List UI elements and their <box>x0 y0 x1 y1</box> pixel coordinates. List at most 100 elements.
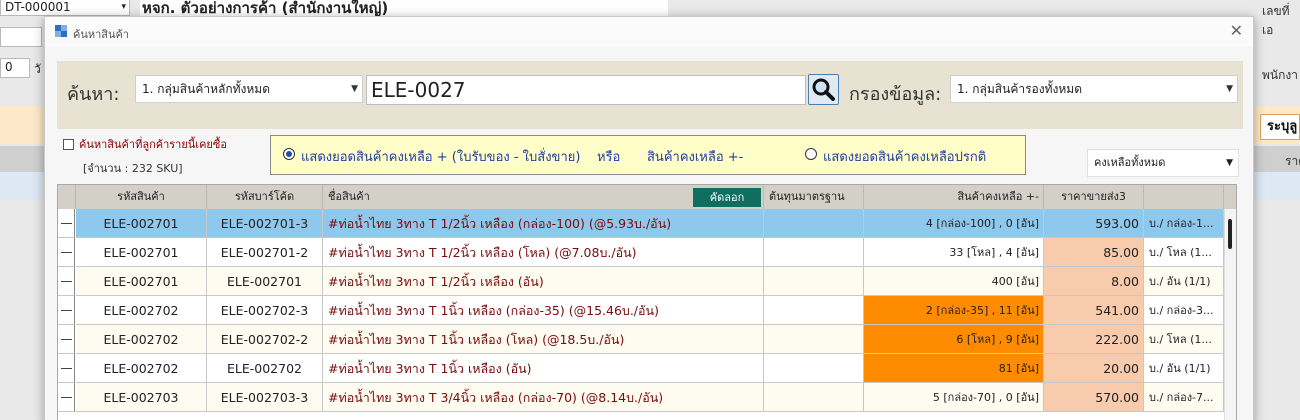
search-label: ค้นหา: <box>67 84 120 105</box>
radio-option-2[interactable] <box>805 148 817 160</box>
sub-group-select[interactable]: 1. กลุ่มสินค้ารองทั้งหมด ▼ <box>950 75 1238 103</box>
copy-button[interactable]: คัดลอก <box>693 188 761 207</box>
main-group-select-value: 1. กลุ่มสินค้าหลักทั้งหมด <box>142 82 270 96</box>
header-unit[interactable] <box>1144 185 1224 209</box>
stock-option-panel: แสดงยอดสินค้าคงเหลือ + (ใบรับของ - ใบสั่… <box>270 135 1026 175</box>
grid-header: รหัสสินค้า รหัสบาร์โค้ด ชื่อสินค้า คัดลอ… <box>58 185 1236 209</box>
cell-cost <box>764 238 864 267</box>
row-indicator[interactable] <box>58 238 75 267</box>
cell-stock: 6 [โหล] , 9 [อัน] <box>864 325 1044 354</box>
cell-code: ELE-002701 <box>76 209 207 238</box>
header-price[interactable]: ราคาขายส่ง3 <box>1044 185 1144 209</box>
option-1-label: แสดงยอดสินค้าคงเหลือ + (ใบรับของ - ใบสั่… <box>301 150 581 165</box>
cell-code: ELE-002701 <box>76 238 207 267</box>
cell-stock: 81 [อัน] <box>864 354 1044 383</box>
header-barcode[interactable]: รหัสบาร์โค้ด <box>207 185 323 209</box>
cell-barcode: ELE-002701-2 <box>207 238 323 267</box>
magnifier-icon <box>812 78 835 101</box>
cell-stock: 400 [อัน] <box>864 267 1044 296</box>
cell-price: 541.00 <box>1044 296 1144 325</box>
header-stock[interactable]: สินค้าคงเหลือ +- <box>864 185 1044 209</box>
cell-code: ELE-002701 <box>76 267 207 296</box>
table-row[interactable]: ELE-002702 ELE-002702 #ท่อน้ำไทย 3ทาง T 1น… <box>58 354 1236 383</box>
option-1b-label: สินค้าคงเหลือ +- <box>647 150 744 165</box>
cell-name: #ท่อน้ำไทย 3ทาง T 1/2นิ้ว เหลือง (โหล) (… <box>323 238 764 267</box>
table-row[interactable]: ELE-002703 ELE-002703-3 #ท่อน้ำไทย 3ทาง T … <box>58 383 1236 412</box>
cell-barcode: ELE-002702 <box>207 354 323 383</box>
cell-name: #ท่อน้ำไทย 3ทาง T 1/2นิ้ว เหลือง (กล่อง-… <box>323 209 764 238</box>
cell-code: ELE-002702 <box>76 354 207 383</box>
cell-barcode: ELE-002702-3 <box>207 296 323 325</box>
header-cost[interactable]: ต้นทุนมาตรฐาน <box>764 185 864 209</box>
doc-number-field[interactable]: DT-000001 ▾ <box>0 0 130 16</box>
cell-cost <box>764 296 864 325</box>
doc-number-dropdown-icon: ▾ <box>121 2 126 12</box>
close-icon[interactable]: ✕ <box>1230 21 1243 40</box>
cell-name: #ท่อน้ำไทย 3ทาง T 1/2นิ้ว เหลือง (อัน) <box>323 267 764 296</box>
cell-stock: 4 [กล่อง-100] , 0 [อัน] <box>864 209 1044 238</box>
right-label-staff: พนักงา <box>1262 68 1298 82</box>
table-row[interactable]: ELE-002702 ELE-002702-2 #ท่อน้ำไทย 3ทาง T … <box>58 325 1236 354</box>
cell-name: #ท่อน้ำไทย 3ทาง T 1นิ้ว เหลือง (อัน) <box>323 354 764 383</box>
search-input[interactable]: ELE-0027 <box>366 75 806 105</box>
header-indicator <box>58 185 76 209</box>
cell-cost <box>764 209 864 238</box>
chevron-down-icon: ▼ <box>1226 158 1233 168</box>
cell-code: ELE-002703 <box>76 383 207 412</box>
cell-unit: บ./ กล่อง-3... <box>1144 296 1224 325</box>
row-indicator[interactable] <box>58 354 75 383</box>
cell-barcode: ELE-002701-3 <box>207 209 323 238</box>
main-group-select[interactable]: 1. กลุ่มสินค้าหลักทั้งหมด ▼ <box>135 75 363 103</box>
row-indicator[interactable] <box>58 209 75 238</box>
right-label-doc: เลขที่เอ <box>1262 4 1290 37</box>
cell-barcode: ELE-002703-3 <box>207 383 323 412</box>
cell-code: ELE-002702 <box>76 325 207 354</box>
cell-stock: 33 [โหล] , 4 [อัน] <box>864 238 1044 267</box>
by-customer-checkbox[interactable]: ค้นหาสินค้าที่ลูกค้ารายนี้เคยซื้อ <box>63 135 227 153</box>
table-row[interactable]: ELE-002702 ELE-002702-3 #ท่อน้ำไทย 3ทาง T … <box>58 296 1236 325</box>
option-2-label: แสดงยอดสินค้าคงเหลือปรกติ <box>823 150 987 165</box>
table-row[interactable]: ELE-002701 ELE-002701-2 #ท่อน้ำไทย 3ทาง T … <box>58 238 1236 267</box>
checkbox-box[interactable] <box>63 139 74 150</box>
doc-number-value: DT-000001 <box>5 0 71 14</box>
days-label: วั <box>34 62 41 76</box>
row-indicator[interactable] <box>58 383 75 412</box>
cell-price: 570.00 <box>1044 383 1144 412</box>
search-button[interactable] <box>808 74 839 105</box>
cell-cost <box>764 325 864 354</box>
radio-option-1[interactable] <box>283 148 295 160</box>
cell-unit: บ./ กล่อง-1... <box>1144 209 1224 238</box>
product-search-dialog: ค้นหาสินค้า ✕ ค้นหา: 1. กลุ่มสินค้าหลักท… <box>44 16 1254 420</box>
stock-filter-select-value: คงเหลือทั้งหมด <box>1094 156 1166 169</box>
table-row[interactable]: ELE-002701 ELE-002701-3 #ท่อน้ำไทย 3ทาง T … <box>58 209 1236 238</box>
cell-unit: บ./ โหล (1... <box>1144 238 1224 267</box>
stock-filter-select[interactable]: คงเหลือทั้งหมด ▼ <box>1087 149 1239 177</box>
chevron-down-icon: ▼ <box>1226 84 1233 94</box>
blank-field[interactable] <box>0 27 42 47</box>
row-indicator[interactable] <box>58 325 75 354</box>
filter-label: กรองข้อมูล: <box>849 84 942 105</box>
by-customer-checkbox-label: ค้นหาสินค้าที่ลูกค้ารายนี้เคยซื้อ <box>79 138 227 151</box>
right-label-customer: ระบุลู <box>1260 114 1300 140</box>
dialog-title: ค้นหาสินค้า <box>73 28 130 41</box>
scroll-thumb[interactable] <box>1228 219 1232 249</box>
cell-code: ELE-002702 <box>76 296 207 325</box>
cell-unit: บ./ โหล (1... <box>1144 325 1224 354</box>
cell-barcode: ELE-002702-2 <box>207 325 323 354</box>
row-indicator[interactable] <box>58 296 75 325</box>
vertical-scrollbar[interactable] <box>1224 209 1236 420</box>
cell-price: 85.00 <box>1044 238 1144 267</box>
cell-stock: 2 [กล่อง-35] , 11 [อัน] <box>864 296 1044 325</box>
table-row[interactable]: ELE-002701 ELE-002701 #ท่อน้ำไทย 3ทาง T 1/… <box>58 267 1236 296</box>
cell-price: 222.00 <box>1044 325 1144 354</box>
cell-barcode: ELE-002701 <box>207 267 323 296</box>
row-indicator[interactable] <box>58 267 75 296</box>
cell-name: #ท่อน้ำไทย 3ทาง T 1นิ้ว เหลือง (โหล) (@1… <box>323 325 764 354</box>
header-code[interactable]: รหัสสินค้า <box>76 185 207 209</box>
days-field[interactable]: 0 <box>0 58 30 78</box>
cell-cost <box>764 383 864 412</box>
dialog-titlebar[interactable]: ค้นหาสินค้า ✕ <box>45 17 1253 47</box>
cell-price: 8.00 <box>1044 267 1144 296</box>
cell-cost <box>764 354 864 383</box>
product-grid[interactable]: รหัสสินค้า รหัสบาร์โค้ด ชื่อสินค้า คัดลอ… <box>57 184 1237 420</box>
